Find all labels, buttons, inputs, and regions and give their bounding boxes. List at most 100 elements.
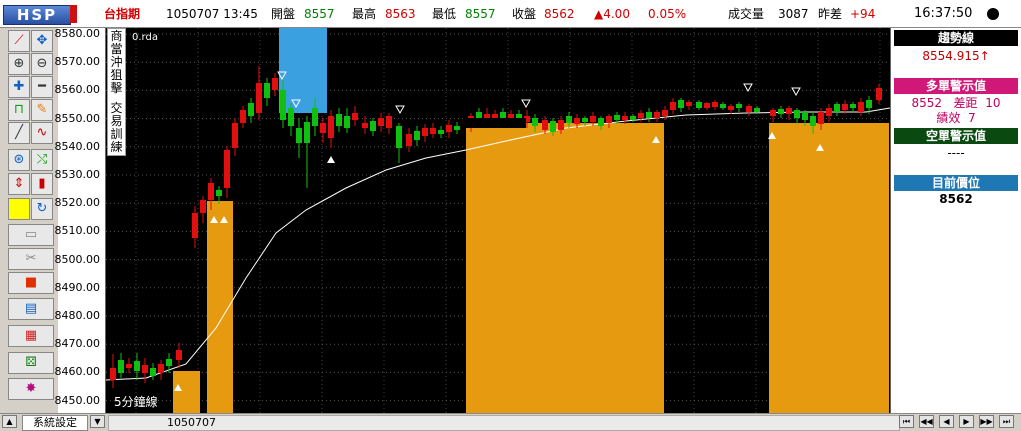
- connector-icon[interactable]: ✂: [8, 248, 54, 270]
- position-value: 8562: [939, 192, 973, 206]
- high-label: 最高: [352, 7, 377, 21]
- candle-body: [630, 116, 636, 120]
- short-value: ----: [947, 146, 965, 160]
- nav-first-button[interactable]: ⏮: [899, 415, 914, 428]
- lock-icon[interactable]: ⊓: [8, 99, 30, 121]
- position-title: 目前價位: [894, 175, 1018, 191]
- candle-body: [720, 104, 726, 108]
- candle-icon[interactable]: ▮: [31, 173, 53, 195]
- scroll-down-icon[interactable]: ▼: [90, 415, 105, 428]
- volume-label: 成交量: [728, 7, 765, 21]
- grid-icon[interactable]: ▦: [8, 325, 54, 347]
- time-scrollbar[interactable]: 1050707: [108, 415, 900, 431]
- candle-body: [638, 113, 644, 118]
- candle-body: [272, 78, 278, 90]
- candle-body: [312, 108, 318, 126]
- formula-icon[interactable]: ⊛: [8, 149, 30, 171]
- candle-body: [296, 128, 302, 143]
- candle-body: [810, 116, 816, 126]
- candle-body: [158, 364, 164, 373]
- candle-body: [396, 126, 402, 148]
- y-tick-label: 8460.00: [54, 365, 101, 379]
- color-icon[interactable]: [8, 198, 30, 220]
- volume-value: 3087: [778, 7, 809, 21]
- candle-body: [590, 116, 596, 122]
- long-value: 8552: [911, 96, 943, 110]
- y-tick-label: 8450.00: [54, 393, 101, 407]
- line-tool-icon[interactable]: ╱: [8, 122, 30, 144]
- price-chart[interactable]: 商當沖狙擊交易訓練 0.rda 5分鐘線: [106, 28, 890, 413]
- candle-body: [328, 116, 334, 138]
- candle-body: [614, 115, 620, 120]
- signal-zone: [173, 371, 200, 413]
- settings-button[interactable]: 系統設定: [22, 415, 88, 431]
- y-tick-label: 8490.00: [54, 280, 101, 294]
- draw-line-icon[interactable]: ⟋: [8, 30, 30, 52]
- buy-signal-icon: [327, 156, 335, 163]
- candle-body: [264, 83, 270, 98]
- report-icon[interactable]: ▤: [8, 298, 54, 320]
- candle-body: [216, 190, 222, 196]
- candle-body: [598, 118, 604, 126]
- nav-fast-forward-button[interactable]: ▶▶: [979, 415, 994, 428]
- candle-body: [256, 83, 262, 113]
- fit-icon[interactable]: ✥: [31, 30, 53, 52]
- candle-body: [662, 110, 668, 116]
- candle-body: [446, 125, 452, 132]
- minus-icon[interactable]: ━: [31, 76, 53, 98]
- nav-forward-button[interactable]: ▶: [959, 415, 974, 428]
- open-label: 開盤: [271, 7, 296, 21]
- arrow-icon[interactable]: ⇕: [8, 173, 30, 195]
- candle-body: [344, 116, 350, 128]
- candle-body: [200, 200, 206, 213]
- curve-icon[interactable]: ∿: [31, 122, 53, 144]
- sell-signal-icon: [791, 87, 801, 97]
- candlestick-plot: [106, 28, 890, 413]
- candle-body: [438, 130, 444, 134]
- candle-body: [378, 118, 384, 126]
- long-gap-label: 差距: [953, 96, 978, 110]
- stop-icon[interactable]: ■: [8, 272, 54, 294]
- nav-last-button[interactable]: ⏭: [999, 415, 1014, 428]
- candle-body: [834, 104, 840, 112]
- nav-back-button[interactable]: ◀: [939, 415, 954, 428]
- nav-fast-back-button[interactable]: ◀◀: [919, 415, 934, 428]
- dice-icon[interactable]: ⚄: [8, 352, 54, 374]
- zoom-in-icon[interactable]: ⊕: [8, 53, 30, 75]
- candle-body: [778, 109, 784, 114]
- candle-body: [558, 120, 564, 130]
- candle-body: [176, 350, 182, 360]
- y-tick-label: 8550.00: [54, 111, 101, 125]
- close-value: 8562: [544, 7, 575, 21]
- candle-body: [430, 128, 436, 134]
- signal-zone: [466, 123, 664, 413]
- candle-body: [678, 100, 684, 108]
- swap-icon[interactable]: ⤭: [31, 149, 53, 171]
- candle-body: [288, 108, 294, 126]
- y-tick-label: 8530.00: [54, 168, 101, 181]
- burst-icon[interactable]: ✸: [8, 378, 54, 400]
- side-menu[interactable]: 商當沖狙擊交易訓練: [107, 28, 126, 156]
- candle-body: [304, 122, 310, 143]
- candle-body: [422, 128, 428, 136]
- zoom-out-icon[interactable]: ⊖: [31, 53, 53, 75]
- refresh-icon[interactable]: ↻: [31, 198, 53, 220]
- scroll-up-icon[interactable]: ▲: [2, 415, 17, 428]
- y-tick-label: 8500.00: [54, 252, 101, 266]
- candle-body: [736, 104, 742, 108]
- logo-accent: [70, 5, 77, 23]
- folder-icon[interactable]: ▭: [8, 224, 54, 246]
- crosshair-icon[interactable]: ✚: [8, 76, 30, 98]
- pencil-icon[interactable]: ✎: [31, 99, 53, 121]
- candle-body: [142, 365, 148, 373]
- side-menu-char: 練: [110, 140, 123, 154]
- candle-body: [532, 118, 538, 126]
- candle-body: [696, 102, 702, 108]
- low-value: 8557: [465, 7, 496, 21]
- candle-body: [826, 108, 832, 116]
- close-icon[interactable]: [987, 8, 999, 20]
- y-tick-label: 8510.00: [54, 224, 101, 238]
- candle-body: [746, 106, 752, 112]
- open-value: 8557: [304, 7, 335, 21]
- candle-body: [786, 108, 792, 114]
